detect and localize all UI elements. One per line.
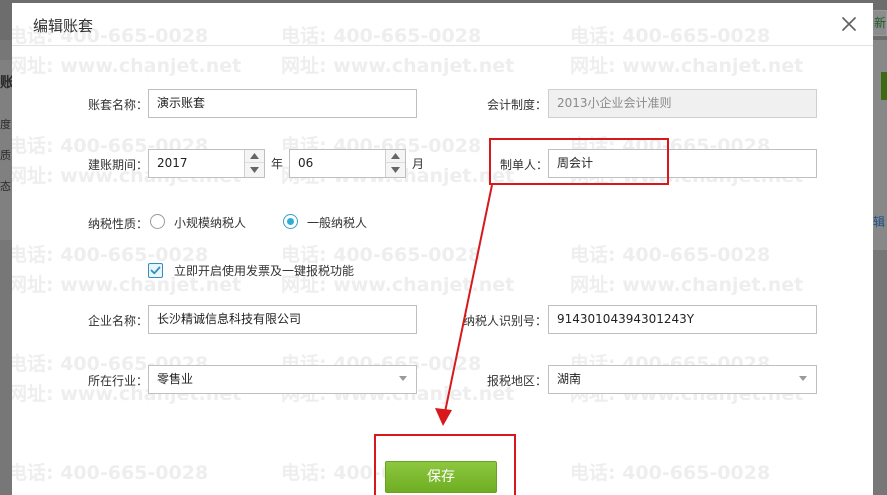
background-left-text: 账 xyxy=(0,75,12,91)
taxpayer-id-input[interactable]: 91430104394301243Y xyxy=(548,305,817,334)
month-increment-button[interactable] xyxy=(386,150,405,163)
year-stepper[interactable]: 2017 xyxy=(148,149,265,178)
background-edit-link[interactable]: 辑 xyxy=(873,213,887,230)
background-left-text: 度 xyxy=(0,118,11,131)
radio-general-taxpayer[interactable] xyxy=(283,214,298,229)
background-left-text: 态 xyxy=(0,180,11,193)
watermark-site: 网址: www.chanjet.net xyxy=(570,274,804,296)
year-value: 2017 xyxy=(157,156,188,170)
industry-label: 所在行业： xyxy=(88,374,149,388)
month-unit: 月 xyxy=(412,157,425,171)
checkmark-icon xyxy=(150,266,161,275)
company-name-input[interactable]: 长沙精诚信息科技有限公司 xyxy=(148,305,417,334)
chevron-up-icon xyxy=(250,153,259,159)
invoice-feature-label: 立即开启使用发票及一键报税功能 xyxy=(174,264,355,278)
account-name-input[interactable]: 演示账套 xyxy=(148,89,417,118)
save-button[interactable]: 保存 xyxy=(385,461,497,493)
year-unit: 年 xyxy=(271,157,284,171)
modal-header: 编辑账套 xyxy=(12,3,873,46)
preparer-label: 制单人： xyxy=(500,158,549,172)
radio-small-scale-label: 小规模纳税人 xyxy=(174,216,247,230)
taxpayer-id-label: 纳税人识别号： xyxy=(463,314,548,328)
watermark-site: 网址: www.chanjet.net xyxy=(281,55,515,77)
industry-value: 零售业 xyxy=(157,372,194,386)
tax-type-label: 纳税性质： xyxy=(88,217,149,231)
account-name-label: 账套名称： xyxy=(88,98,149,112)
radio-small-scale-taxpayer[interactable] xyxy=(150,214,165,229)
background-new-button[interactable]: 新 xyxy=(871,10,887,36)
accounting-system-field: 2013小企业会计准则 xyxy=(548,89,817,118)
month-stepper[interactable]: 06 xyxy=(289,149,406,178)
tax-region-value: 湖南 xyxy=(557,372,582,386)
background-green-bar xyxy=(881,72,887,100)
dropdown-caret-icon xyxy=(799,376,807,381)
chevron-up-icon xyxy=(391,153,400,159)
tax-region-select[interactable]: 湖南 xyxy=(548,365,817,394)
modal-title: 编辑账套 xyxy=(33,17,94,35)
close-icon xyxy=(842,17,856,31)
watermark-site: 网址: www.chanjet.net xyxy=(570,55,804,77)
chevron-down-icon xyxy=(250,166,259,173)
radio-general-label: 一般纳税人 xyxy=(307,216,368,230)
dropdown-caret-icon xyxy=(399,376,407,381)
watermark-phone: 电话: 400-665-0028 xyxy=(570,244,771,266)
background-left-text: 质 xyxy=(0,149,11,162)
year-increment-button[interactable] xyxy=(245,150,264,163)
month-value: 06 xyxy=(298,156,314,170)
accounting-system-label: 会计制度： xyxy=(487,98,548,112)
year-spinner xyxy=(244,150,264,177)
chevron-down-icon xyxy=(391,166,400,173)
month-spinner xyxy=(385,150,405,177)
industry-select[interactable]: 零售业 xyxy=(148,365,417,394)
watermark-phone: 电话: 400-665-0028 xyxy=(570,462,771,484)
preparer-input[interactable]: 周会计 xyxy=(548,149,817,178)
close-button[interactable] xyxy=(839,14,859,34)
edit-account-modal: 电话: 400-665-0028 网址: www.chanjet.net 电话:… xyxy=(8,3,873,495)
company-name-label: 企业名称： xyxy=(88,314,149,328)
invoice-feature-checkbox[interactable] xyxy=(148,263,163,278)
watermark-site: 网址: www.chanjet.net xyxy=(8,55,242,77)
period-label: 建账期间： xyxy=(88,158,149,172)
tax-region-label: 报税地区： xyxy=(487,374,548,388)
year-decrement-button[interactable] xyxy=(245,163,264,176)
month-decrement-button[interactable] xyxy=(386,163,405,176)
watermark-phone: 电话: 400-665-0028 xyxy=(8,462,209,484)
